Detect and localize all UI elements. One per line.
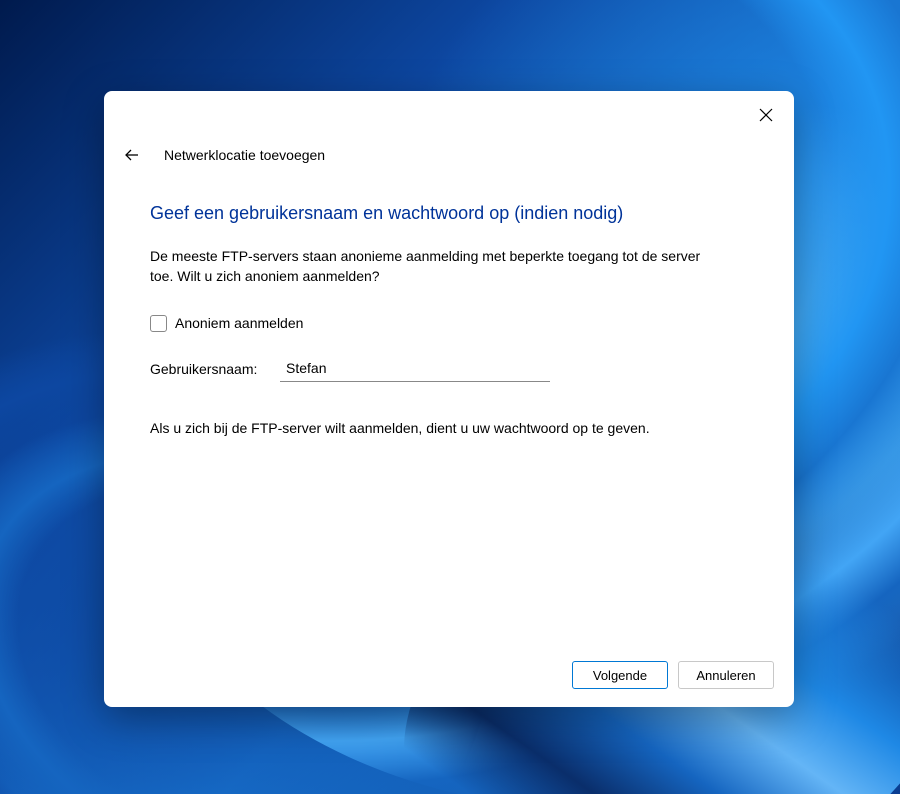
password-hint: Als u zich bij de FTP-server wilt aanmel… xyxy=(150,420,748,436)
wizard-header-row: Netwerklocatie toevoegen xyxy=(104,133,794,165)
anonymous-checkbox[interactable] xyxy=(150,315,167,332)
username-field-row: Gebruikersnaam: xyxy=(150,356,748,382)
anonymous-checkbox-row: Anoniem aanmelden xyxy=(150,315,748,332)
cancel-button[interactable]: Annuleren xyxy=(678,661,774,689)
username-input[interactable] xyxy=(280,356,550,382)
wizard-content: Geef een gebruikersnaam en wachtwoord op… xyxy=(104,165,794,645)
close-button[interactable] xyxy=(754,103,778,127)
wizard-title: Netwerklocatie toevoegen xyxy=(164,147,325,163)
wizard-dialog: Netwerklocatie toevoegen Geef een gebrui… xyxy=(104,91,794,707)
anonymous-checkbox-label: Anoniem aanmelden xyxy=(175,315,303,331)
next-button[interactable]: Volgende xyxy=(572,661,668,689)
page-heading: Geef een gebruikersnaam en wachtwoord op… xyxy=(150,203,748,224)
page-description: De meeste FTP-servers staan anonieme aan… xyxy=(150,246,710,287)
back-button[interactable] xyxy=(122,145,142,165)
back-arrow-icon xyxy=(124,147,140,163)
close-icon xyxy=(759,108,773,122)
wizard-footer: Volgende Annuleren xyxy=(104,645,794,707)
username-label: Gebruikersnaam: xyxy=(150,361,268,377)
dialog-titlebar xyxy=(104,91,794,133)
